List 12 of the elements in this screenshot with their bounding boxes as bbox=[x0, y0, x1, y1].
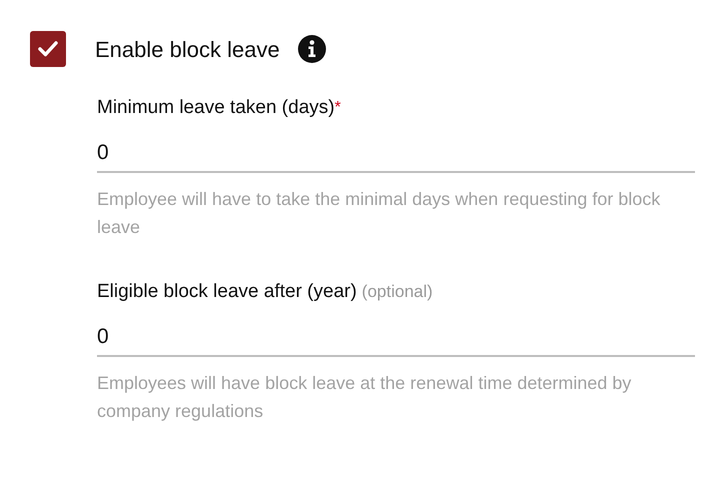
input-field[interactable]: 0 bbox=[97, 139, 695, 173]
helper-text: Employees will have block leave at the renewal time determined by company regulations bbox=[97, 372, 632, 423]
helper-text: Employee will have to take the minimal days when requesting for block leave bbox=[97, 188, 662, 239]
required-mark: * bbox=[334, 99, 341, 116]
info-icon[interactable] bbox=[298, 35, 326, 63]
optional-note: (optional) bbox=[362, 282, 433, 301]
checkbox-label: Enable block leave bbox=[95, 36, 280, 64]
field-label: Eligible block leave after (year) bbox=[97, 281, 357, 302]
checkbox[interactable] bbox=[30, 31, 66, 67]
input-field[interactable]: 0 bbox=[97, 323, 695, 357]
field-label: Minimum leave taken (days) bbox=[97, 97, 335, 118]
checkmark-icon bbox=[38, 41, 58, 57]
